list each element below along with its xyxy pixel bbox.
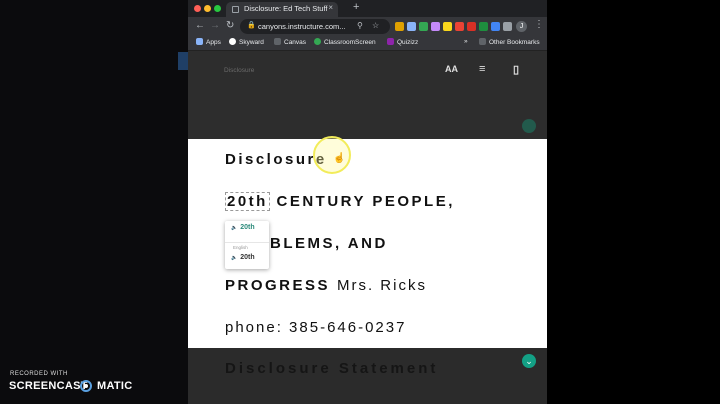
browser-menu-icon[interactable]: ⋮ bbox=[534, 19, 544, 30]
tab-bar: Disclosure: Ed Tech Stuff × + bbox=[188, 0, 547, 17]
document-heading: Disclosure bbox=[225, 151, 327, 168]
line-1-rest: CENTURY PEOPLE, bbox=[276, 193, 455, 210]
bookmark-label: Skyward bbox=[239, 39, 264, 46]
bookmark-canvas[interactable]: Canvas bbox=[274, 38, 306, 46]
lookup-secondary-text: 20th bbox=[240, 254, 255, 261]
extension-icon-6[interactable] bbox=[455, 22, 464, 31]
reload-button[interactable]: ↻ bbox=[226, 20, 234, 31]
skyward-icon bbox=[229, 38, 236, 45]
screencast-logo-center bbox=[84, 384, 88, 388]
browser-toolbar: ← → ↻ 🔒 canyons.instructure.com... ⚲ ☆ J… bbox=[188, 17, 547, 36]
bookmark-label: Canvas bbox=[284, 39, 307, 46]
lookup-secondary[interactable]: 🔈 20th bbox=[231, 254, 255, 261]
forward-button[interactable]: → bbox=[210, 20, 220, 31]
page-favicon-icon bbox=[232, 6, 239, 13]
disclosure-statement-heading: Disclosure Statement bbox=[225, 360, 439, 377]
extension-icon-9[interactable] bbox=[491, 22, 500, 31]
tab-title: Disclosure: Ed Tech Stuff bbox=[244, 4, 328, 13]
watermark-brand-right: MATIC bbox=[97, 380, 133, 392]
reader-document-title: Disclosure bbox=[224, 67, 255, 74]
speaker-icon[interactable]: 🔈 bbox=[231, 225, 237, 231]
document-line-3: PROGRESS Mrs. Ricks bbox=[225, 277, 427, 295]
close-window-button[interactable] bbox=[194, 5, 201, 12]
apps-grid-icon bbox=[196, 38, 203, 45]
lookup-divider bbox=[225, 242, 269, 243]
desktop-left bbox=[0, 0, 188, 404]
bookmark-label: Other Bookmarks bbox=[489, 39, 540, 46]
minimize-window-button[interactable] bbox=[204, 5, 211, 12]
extensions-puzzle-icon[interactable] bbox=[503, 22, 512, 31]
extension-icon-7[interactable] bbox=[467, 22, 476, 31]
extension-icon-2[interactable] bbox=[407, 22, 416, 31]
lookup-primary-text: 20th bbox=[240, 224, 255, 231]
bookmark-classroomscreen[interactable]: ClassroomScreen bbox=[314, 38, 376, 46]
hand-cursor-icon: ☝ bbox=[333, 153, 346, 164]
extension-icon-8[interactable] bbox=[479, 22, 488, 31]
classroomscreen-icon bbox=[314, 38, 321, 45]
lookup-language: English bbox=[233, 245, 248, 250]
bookmark-label: Apps bbox=[206, 39, 221, 46]
bookmark-apps[interactable]: Apps bbox=[196, 38, 221, 46]
lock-icon: 🔒 bbox=[247, 22, 256, 29]
extension-icon-5[interactable] bbox=[443, 22, 452, 31]
text-preferences-icon[interactable]: ≡ bbox=[479, 63, 485, 75]
document-phone: phone: 385-646-0237 bbox=[225, 319, 407, 336]
extension-icon-4[interactable] bbox=[431, 22, 440, 31]
folder-icon bbox=[274, 38, 281, 45]
bookmarks-bar: Apps Skyward Canvas ClassroomScreen Quiz… bbox=[188, 36, 547, 51]
back-button[interactable]: ← bbox=[195, 20, 205, 31]
immersive-reader-toolbar: Disclosure AA ≡ ▯ bbox=[188, 51, 547, 139]
browser-window: Disclosure: Ed Tech Stuff × + ← → ↻ 🔒 ca… bbox=[188, 0, 547, 404]
address-bar[interactable]: 🔒 canyons.instructure.com... ⚲ ☆ bbox=[240, 19, 390, 34]
bookmark-star-icon[interactable]: ☆ bbox=[372, 21, 379, 30]
quizizz-icon bbox=[387, 38, 394, 45]
extension-icon-1[interactable] bbox=[395, 22, 404, 31]
lookup-primary[interactable]: 🔈 20th bbox=[231, 224, 255, 231]
bookmark-quizizz[interactable]: Quizizz bbox=[387, 38, 418, 46]
bookmark-label: Quizizz bbox=[397, 39, 419, 46]
zoom-window-button[interactable] bbox=[214, 5, 221, 12]
line-3-name: Mrs. Ricks bbox=[336, 277, 427, 294]
new-tab-button[interactable]: + bbox=[353, 1, 359, 13]
tab-close-icon[interactable]: × bbox=[328, 3, 333, 12]
word-lookup-popup: 🔈 20th English 🔈 20th bbox=[225, 221, 269, 269]
document-line-2: BLEMS, AND bbox=[270, 235, 388, 252]
extension-icon-3[interactable] bbox=[419, 22, 428, 31]
tab-disclosure[interactable]: Disclosure: Ed Tech Stuff × bbox=[226, 2, 338, 17]
bookmark-label: ClassroomScreen bbox=[324, 39, 376, 46]
reading-preferences-icon[interactable]: ▯ bbox=[513, 63, 519, 76]
speaker-icon[interactable]: 🔈 bbox=[231, 255, 237, 261]
text-size-icon[interactable]: AA bbox=[445, 64, 458, 74]
desktop-edge-window bbox=[178, 52, 188, 70]
document-line-1: 20th CENTURY PEOPLE, bbox=[225, 192, 455, 211]
selected-word[interactable]: 20th bbox=[225, 192, 270, 211]
profile-avatar[interactable]: J bbox=[516, 21, 527, 32]
chevron-down-icon[interactable]: ⌄ bbox=[522, 354, 536, 368]
watermark-recorded-text: RECORDED WITH bbox=[10, 371, 68, 377]
url-text[interactable]: canyons.instructure.com... bbox=[258, 22, 346, 31]
page-lower-area: Disclosure Statement ⌄ bbox=[188, 348, 547, 404]
other-bookmarks[interactable]: Other Bookmarks bbox=[479, 38, 540, 46]
reader-action-button[interactable] bbox=[522, 119, 536, 133]
watermark-brand-left: SCREENCAST bbox=[9, 380, 88, 392]
folder-icon bbox=[479, 38, 486, 45]
search-icon[interactable]: ⚲ bbox=[357, 21, 363, 30]
desktop-right bbox=[547, 0, 720, 404]
bookmark-skyward[interactable]: Skyward bbox=[229, 38, 264, 46]
line-3-bold: PROGRESS bbox=[225, 277, 331, 294]
bookmarks-overflow-button[interactable]: » bbox=[464, 38, 468, 45]
